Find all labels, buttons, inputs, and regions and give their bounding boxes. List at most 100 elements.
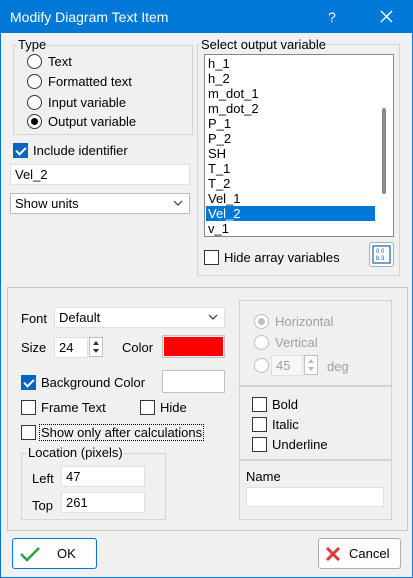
list-scrollbar-thumb[interactable] (382, 108, 386, 194)
radio-horizontal-control[interactable] (254, 314, 269, 329)
include-identifier-box[interactable] (13, 143, 28, 158)
angle-down-arrow-icon[interactable] (308, 367, 314, 371)
svg-text:0 0: 0 0 (376, 249, 385, 255)
radio-vertical-control[interactable] (254, 335, 269, 350)
hide-array-checkbox[interactable]: Hide array variables (204, 249, 340, 266)
list-item[interactable]: T_2 (206, 176, 375, 191)
show-after-calc-box[interactable] (21, 425, 36, 440)
list-item[interactable]: SH (206, 146, 375, 161)
show-after-calc-label: Show only after calculations (39, 424, 205, 441)
left-label: Left (32, 471, 54, 486)
underline-checkbox[interactable]: Underline (252, 436, 328, 453)
bold-box[interactable] (252, 397, 267, 412)
size-stepper[interactable] (89, 337, 103, 357)
font-label: Font (21, 311, 48, 326)
italic-checkbox[interactable]: Italic (252, 416, 299, 433)
size-up-arrow-icon[interactable] (93, 341, 99, 345)
frame-text-label: Frame Text (41, 400, 106, 415)
list-scrollbar[interactable] (376, 56, 392, 235)
size-input[interactable]: 24 (54, 337, 88, 358)
size-down-arrow-icon[interactable] (93, 349, 99, 353)
radio-text-control[interactable] (27, 54, 42, 69)
window-title: Modify Diagram Text Item (10, 9, 169, 25)
radio-formatted-text-label: Formatted text (48, 74, 132, 89)
top-label: Top (32, 498, 53, 513)
check-icon (20, 546, 40, 562)
list-item[interactable]: P_2 (206, 131, 375, 146)
angle-input[interactable]: 45 (271, 355, 303, 376)
close-icon (380, 10, 393, 23)
close-button[interactable] (369, 5, 403, 29)
radio-input-variable[interactable]: Input variable (27, 94, 126, 111)
location-group-label: Location (pixels) (27, 445, 124, 460)
radio-text[interactable]: Text (27, 53, 72, 70)
list-item[interactable]: h_2 (206, 71, 375, 86)
list-item[interactable]: P_1 (206, 116, 375, 131)
background-color-swatch[interactable] (162, 370, 225, 393)
name-input[interactable] (246, 487, 384, 507)
radio-formatted-text[interactable]: Formatted text (27, 73, 132, 90)
background-color-label: Background Color (41, 375, 146, 390)
cancel-button[interactable]: Cancel (318, 538, 401, 569)
radio-horizontal[interactable]: Horizontal (254, 313, 334, 330)
font-dropdown[interactable]: Default (54, 307, 225, 328)
svg-text:b 3: b 3 (376, 256, 385, 262)
array-options-button[interactable]: 0 0 b 3 (369, 242, 394, 267)
color-label: Color (122, 340, 154, 355)
hide-array-box[interactable] (204, 250, 219, 265)
background-color-checkbox[interactable]: Background Color (21, 374, 145, 391)
background-color-box[interactable] (21, 375, 36, 390)
units-dropdown[interactable]: Show units (10, 193, 190, 214)
italic-label: Italic (272, 417, 299, 432)
radio-angle[interactable] (254, 357, 269, 374)
hide-array-label: Hide array variables (224, 250, 340, 265)
frame-text-checkbox[interactable]: Frame Text (21, 399, 106, 416)
radio-output-variable-control[interactable] (27, 114, 42, 129)
radio-output-variable[interactable]: Output variable (27, 113, 136, 130)
list-item[interactable]: Vel_1 (206, 191, 375, 206)
ok-button[interactable]: OK (12, 538, 97, 569)
list-item[interactable]: h_1 (206, 56, 375, 71)
include-identifier-checkbox[interactable]: Include identifier (13, 142, 128, 159)
font-dropdown-value: Default (59, 310, 101, 325)
hide-checkbox[interactable]: Hide (140, 399, 187, 416)
left-input[interactable]: 47 (61, 466, 145, 487)
top-input[interactable]: 261 (61, 492, 145, 513)
angle-stepper[interactable] (304, 355, 318, 375)
help-button[interactable]: ? (317, 5, 347, 29)
color-swatch[interactable] (162, 335, 225, 358)
hide-label: Hide (160, 400, 187, 415)
type-group-label: Type (17, 37, 48, 52)
output-variable-group-label: Select output variable (200, 37, 328, 52)
title-bar[interactable]: Modify Diagram Text Item ? (1, 1, 412, 33)
list-item-selected[interactable]: Vel_2 (206, 206, 375, 221)
radio-angle-control[interactable] (254, 358, 269, 373)
list-item[interactable]: m_dot_2 (206, 101, 375, 116)
array-grid-icon: 0 0 b 3 (372, 245, 391, 264)
chevron-down-icon (208, 314, 218, 320)
show-after-calc-checkbox[interactable]: Show only after calculations (21, 424, 205, 441)
angle-up-arrow-icon[interactable] (308, 359, 314, 363)
hide-box[interactable] (140, 400, 155, 415)
list-item[interactable]: m_dot_1 (206, 86, 375, 101)
radio-vertical[interactable]: Vertical (254, 334, 318, 351)
italic-box[interactable] (252, 417, 267, 432)
output-variable-list[interactable]: h_1 h_2 m_dot_1 m_dot_2 P_1 P_2 SH T_1 T… (204, 54, 394, 237)
radio-input-variable-control[interactable] (27, 95, 42, 110)
include-identifier-label: Include identifier (33, 143, 128, 158)
identifier-input[interactable]: Vel_2 (10, 164, 190, 185)
radio-output-variable-label: Output variable (48, 114, 137, 129)
list-item[interactable]: T_1 (206, 161, 375, 176)
frame-text-box[interactable] (21, 400, 36, 415)
radio-formatted-text-control[interactable] (27, 74, 42, 89)
deg-label: deg (327, 359, 349, 374)
dialog-window: Modify Diagram Text Item ? Type Text For… (0, 0, 413, 578)
list-item[interactable]: v_1 (206, 221, 375, 236)
color-swatch-fill (164, 337, 223, 356)
underline-box[interactable] (252, 437, 267, 452)
underline-label: Underline (272, 437, 328, 452)
radio-vertical-label: Vertical (275, 335, 318, 350)
bold-checkbox[interactable]: Bold (252, 396, 298, 413)
bold-label: Bold (272, 397, 299, 412)
ok-button-label: OK (57, 546, 76, 561)
